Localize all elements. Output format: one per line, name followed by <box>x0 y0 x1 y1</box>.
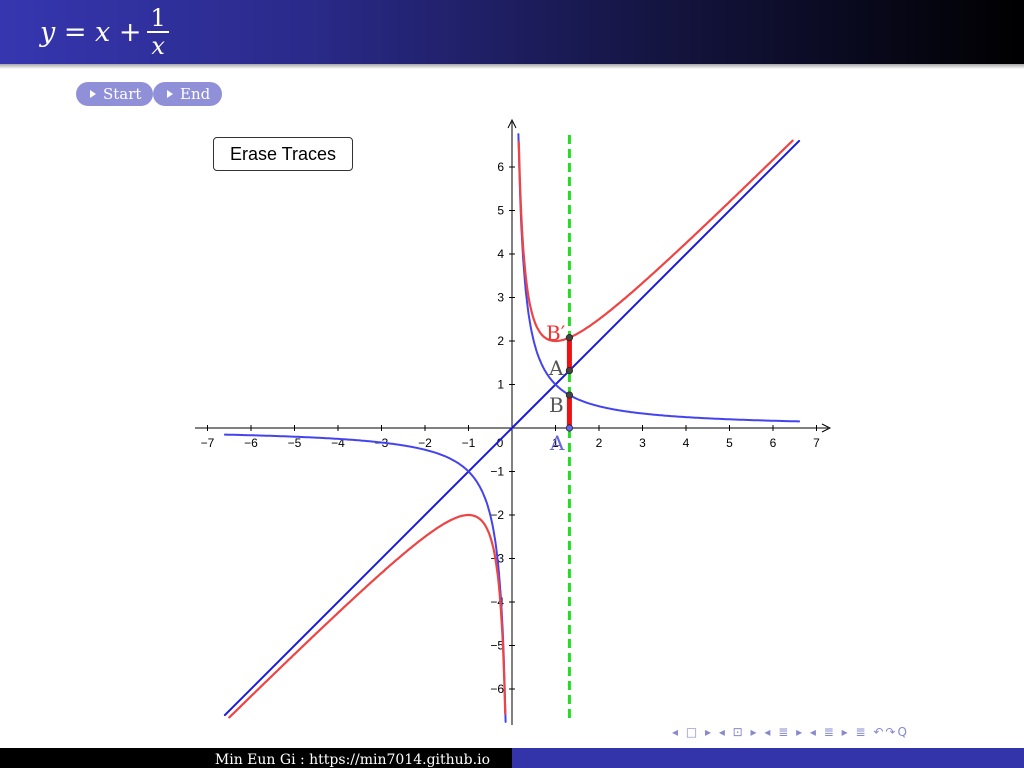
footer-bar: Min Eun Gi : https://min7014.github.io <box>0 748 1024 768</box>
y-tick-label: −6 <box>490 682 504 696</box>
y-tick-label: −2 <box>490 508 504 522</box>
graph-points <box>565 334 574 432</box>
x-tick-label: 3 <box>639 436 646 450</box>
x-tick-label: 5 <box>726 436 733 450</box>
footer-author: Min Eun Gi : https://min7014.github.io <box>0 748 512 768</box>
footer-right-panel <box>512 748 1024 768</box>
erase-traces-button[interactable]: Erase Traces <box>213 137 353 171</box>
x-tick-label: 7 <box>813 436 820 450</box>
x-tick-label: −7 <box>201 436 215 450</box>
point-A-on-x-axis <box>565 424 574 432</box>
sum-curve-negative-branch <box>228 513 507 719</box>
y-tick-label: 6 <box>497 160 504 174</box>
beamer-navigation-symbols[interactable]: ◂ □ ▸ ◂ ⊡ ▸ ◂ ≣ ▸ ◂ ≣ ▸ ≣ ↶↷Q <box>672 725 909 739</box>
x-tick-label: 6 <box>770 436 777 450</box>
sum-curve-positive-branch <box>517 139 794 343</box>
point-A <box>565 366 574 375</box>
x-tick-label: 4 <box>683 436 690 450</box>
label-B: B <box>549 393 564 417</box>
y-tick-label: 3 <box>497 291 504 305</box>
y-tick-label: 2 <box>497 334 504 348</box>
point-B <box>565 391 574 399</box>
y-tick-label: 5 <box>497 204 504 218</box>
y-tick-label: 1 <box>497 378 504 392</box>
x-tick-label: 2 <box>596 436 603 450</box>
x-tick-label: −1 <box>462 436 476 450</box>
point-B-prime <box>565 334 574 342</box>
function-graph[interactable]: −7 −6 −5 −4 −3 −2 −1 0 1 2 3 4 5 6 7654321−1−2−3−4−5−6… <box>0 0 1024 768</box>
point-labels: B′ ABA <box>546 321 566 455</box>
x-tick-label: −5 <box>288 436 302 450</box>
y-tick-label: 4 <box>497 247 504 261</box>
y-tick-label: −1 <box>490 465 504 479</box>
label-A: A <box>548 356 564 380</box>
x-tick-label: −6 <box>244 436 258 450</box>
label-A-axis: A <box>549 431 565 455</box>
label-B-prime: B′ <box>546 321 566 345</box>
